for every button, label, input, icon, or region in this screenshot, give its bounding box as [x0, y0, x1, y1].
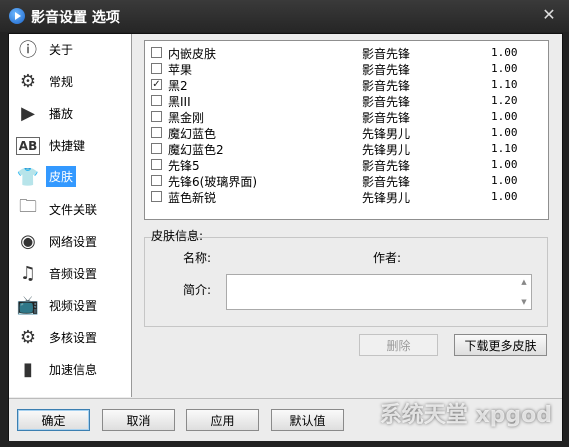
scroll-up-icon[interactable]: ▲	[519, 278, 529, 286]
about-icon: ⓘ	[19, 40, 37, 61]
options-panel: ⓘ 关于 ⚙ 常规 ▶ 播放 AB 快捷键 👕 皮肤 🗀 文件关联 ◉ 网络设置 ♫ 音频设置 …	[8, 33, 563, 441]
apply-button[interactable]: 应用	[186, 409, 259, 431]
skin-checkbox[interactable]	[151, 143, 162, 154]
sidebar-item-network[interactable]: ◉ 网络设置	[9, 226, 131, 256]
play-icon: ▶	[21, 102, 35, 124]
download-more-skins-button[interactable]: 下载更多皮肤	[454, 334, 547, 356]
skin-description-label: 简介:	[183, 283, 212, 297]
footer-bar: 确定 取消 应用 默认值 系统天堂 xpgod	[9, 398, 562, 441]
cpu-icon: ⚙	[19, 326, 37, 348]
app-logo-icon	[9, 8, 25, 24]
sidebar-item-file-association[interactable]: 🗀 文件关联	[9, 194, 131, 224]
list-item[interactable]: ✓ 黑2 影音先锋 1.10	[145, 77, 548, 93]
speed-icon: ▮	[23, 358, 33, 380]
tshirt-icon: 👕	[16, 166, 40, 188]
sidebar-item-shortcuts[interactable]: AB 快捷键	[9, 130, 131, 160]
skin-checkbox[interactable]	[151, 127, 162, 138]
skin-checkbox[interactable]	[151, 111, 162, 122]
skin-checkbox[interactable]	[151, 63, 162, 74]
keyboard-icon: AB	[16, 137, 40, 155]
skin-checkbox[interactable]	[151, 47, 162, 58]
folder-icon: 🗀	[19, 196, 37, 217]
ok-button[interactable]: 确定	[17, 409, 90, 431]
skin-list: 内嵌皮肤 影音先锋 1.00 苹果 影音先锋 1.00 ✓ 黑2 影音先锋 1.10 黑III…	[144, 40, 549, 220]
sidebar-item-skin[interactable]: 👕 皮肤	[9, 162, 131, 192]
list-item[interactable]: 魔幻蓝色2 先锋男儿 1.10	[145, 141, 548, 157]
scroll-down-icon[interactable]: ▼	[519, 298, 529, 306]
sidebar-item-audio[interactable]: ♫ 音频设置	[9, 258, 131, 288]
settings-window: 影音设置 选项 ✕ ⓘ 关于 ⚙ 常规 ▶ 播放 AB 快捷键 👕 皮肤 🗀 文件关联 ◉ 网…	[0, 0, 569, 447]
list-item[interactable]: 黑金刚 影音先锋 1.00	[145, 109, 548, 125]
gear-icon: ⚙	[19, 70, 37, 92]
list-item[interactable]: 先锋6(玻璃界面) 影音先锋 1.00	[145, 173, 548, 189]
skin-description-field[interactable]: ▲ ▼	[226, 274, 532, 310]
tv-icon: 📺	[16, 294, 40, 316]
list-item[interactable]: 内嵌皮肤 影音先锋 1.00	[145, 45, 548, 61]
cancel-button[interactable]: 取消	[102, 409, 175, 431]
list-item[interactable]: 先锋5 影音先锋 1.00	[145, 157, 548, 173]
watermark: 系统天堂 xpgod	[379, 403, 552, 428]
sidebar-item-acceleration[interactable]: ▮ 加速信息	[9, 354, 131, 384]
list-item[interactable]: 黑III 影音先锋 1.20	[145, 93, 548, 109]
sidebar-item-about[interactable]: ⓘ 关于	[9, 34, 131, 64]
close-button[interactable]: ✕	[541, 7, 557, 23]
skin-checkbox[interactable]	[151, 175, 162, 186]
skin-checkbox[interactable]	[151, 159, 162, 170]
sidebar-item-multicore[interactable]: ⚙ 多核设置	[9, 322, 131, 352]
sidebar-item-video[interactable]: 📺 视频设置	[9, 290, 131, 320]
network-icon: ◉	[20, 230, 36, 252]
list-item[interactable]: 蓝色新锐 先锋男儿 1.00	[145, 189, 548, 205]
delete-button[interactable]: 删除	[359, 334, 438, 356]
skin-info-title: 皮肤信息:	[151, 229, 204, 243]
skin-name-label: 名称:	[183, 251, 212, 265]
list-item[interactable]: 苹果 影音先锋 1.00	[145, 61, 548, 77]
skin-author-label: 作者:	[373, 251, 402, 265]
sidebar: ⓘ 关于 ⚙ 常规 ▶ 播放 AB 快捷键 👕 皮肤 🗀 文件关联 ◉ 网络设置 ♫ 音频设置 …	[9, 34, 132, 397]
window-title: 影音设置 选项	[31, 10, 120, 26]
skin-checkbox[interactable]	[151, 95, 162, 106]
audio-icon: ♫	[19, 262, 37, 284]
default-button[interactable]: 默认值	[271, 409, 344, 431]
title-bar: 影音设置 选项 ✕	[0, 0, 569, 32]
sidebar-item-general[interactable]: ⚙ 常规	[9, 66, 131, 96]
skin-checkbox[interactable]	[151, 191, 162, 202]
sidebar-item-play[interactable]: ▶ 播放	[9, 98, 131, 128]
skin-checkbox[interactable]: ✓	[151, 79, 162, 90]
list-item[interactable]: 魔幻蓝色 先锋男儿 1.00	[145, 125, 548, 141]
